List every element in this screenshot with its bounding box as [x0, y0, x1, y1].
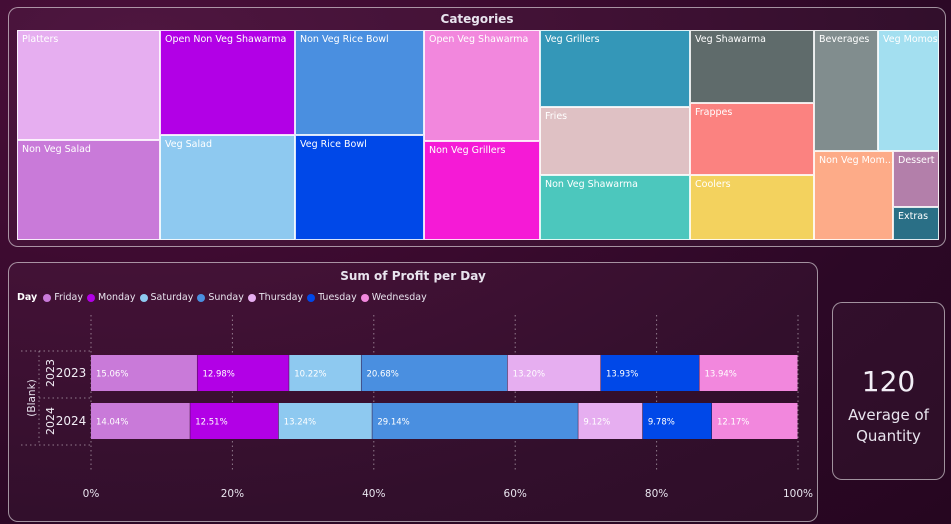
bar-data-label: 12.17% [717, 418, 749, 428]
treemap-tile[interactable]: Non Veg Rice Bowl [295, 30, 424, 135]
bar-data-label: 20.68% [366, 370, 398, 380]
bar-data-label: 12.51% [195, 418, 227, 428]
bar-chart: 0% 20% 40% 60% 80% 100%(Blank)20232023 15.06% 1… [21, 315, 813, 500]
treemap-tile[interactable]: Open Non Veg Shawarma [160, 30, 295, 135]
treemap-tile[interactable]: Veg Grillers [540, 30, 690, 107]
category-label: 2023 [56, 366, 87, 380]
bar-data-label: 10.22% [294, 370, 326, 380]
kpi-label-line1: Average of [848, 406, 929, 424]
x-tick-label: 20% [221, 488, 244, 500]
kpi-label: Average of Quantity [833, 405, 944, 447]
kpi-card: 120 Average of Quantity [832, 302, 945, 480]
x-tick-label: 60% [504, 488, 527, 500]
treemap-tile[interactable]: Extras [893, 207, 939, 240]
treemap-tile[interactable]: Open Veg Shawarma [424, 30, 540, 141]
treemap-tile[interactable]: Beverages [814, 30, 878, 151]
treemap-tile[interactable]: Veg Salad [160, 135, 295, 240]
bar-data-label: 14.04% [96, 418, 128, 428]
bar-data-label: 13.93% [606, 370, 638, 380]
kpi-label-line2: Quantity [856, 427, 921, 445]
treemap-tile[interactable]: Platters [17, 30, 160, 140]
bar-data-label: 13.20% [513, 370, 545, 380]
treemap-tile[interactable]: Non Veg Grillers [424, 141, 540, 240]
category-label: 2024 [56, 414, 87, 428]
bar-data-label: 9.78% [648, 418, 675, 428]
bar-data-label: 13.94% [704, 370, 736, 380]
treemap-tile[interactable]: Fries [540, 107, 690, 175]
treemap-tile[interactable]: Dessert [893, 151, 939, 207]
x-tick-label: 40% [362, 488, 385, 500]
group-label: (Blank) [26, 379, 38, 416]
treemap-tile[interactable]: Non Veg Mom... [814, 151, 893, 240]
treemap-tile[interactable]: Non Veg Salad [17, 140, 160, 240]
x-tick-label: 100% [783, 488, 813, 500]
bar-data-label: 9.12% [583, 418, 610, 428]
x-tick-label: 0% [83, 488, 100, 500]
bar-data-label: 29.14% [377, 418, 409, 428]
x-tick-label: 80% [645, 488, 668, 500]
bar-data-label: 13.24% [284, 418, 316, 428]
bar-data-label: 12.98% [202, 370, 234, 380]
treemap-tile[interactable]: Non Veg Shawarma [540, 175, 690, 240]
treemap-title: Categories [440, 12, 514, 26]
kpi-value: 120 [861, 365, 916, 398]
treemap-card: Categories Platters Non Veg Salad Open Non… [8, 7, 946, 247]
treemap-tile[interactable]: Coolers [690, 175, 814, 240]
bar-data-label: 15.06% [96, 370, 128, 380]
treemap-tile[interactable]: Veg Momos [878, 30, 939, 151]
bar-chart-card: Sum of Profit per Day Day Friday Monday Sa… [8, 262, 818, 522]
treemap-tile[interactable]: Frappes [690, 103, 814, 175]
treemap-tile[interactable]: Veg Rice Bowl [295, 135, 424, 240]
treemap-tile[interactable]: Veg Shawarma [690, 30, 814, 103]
